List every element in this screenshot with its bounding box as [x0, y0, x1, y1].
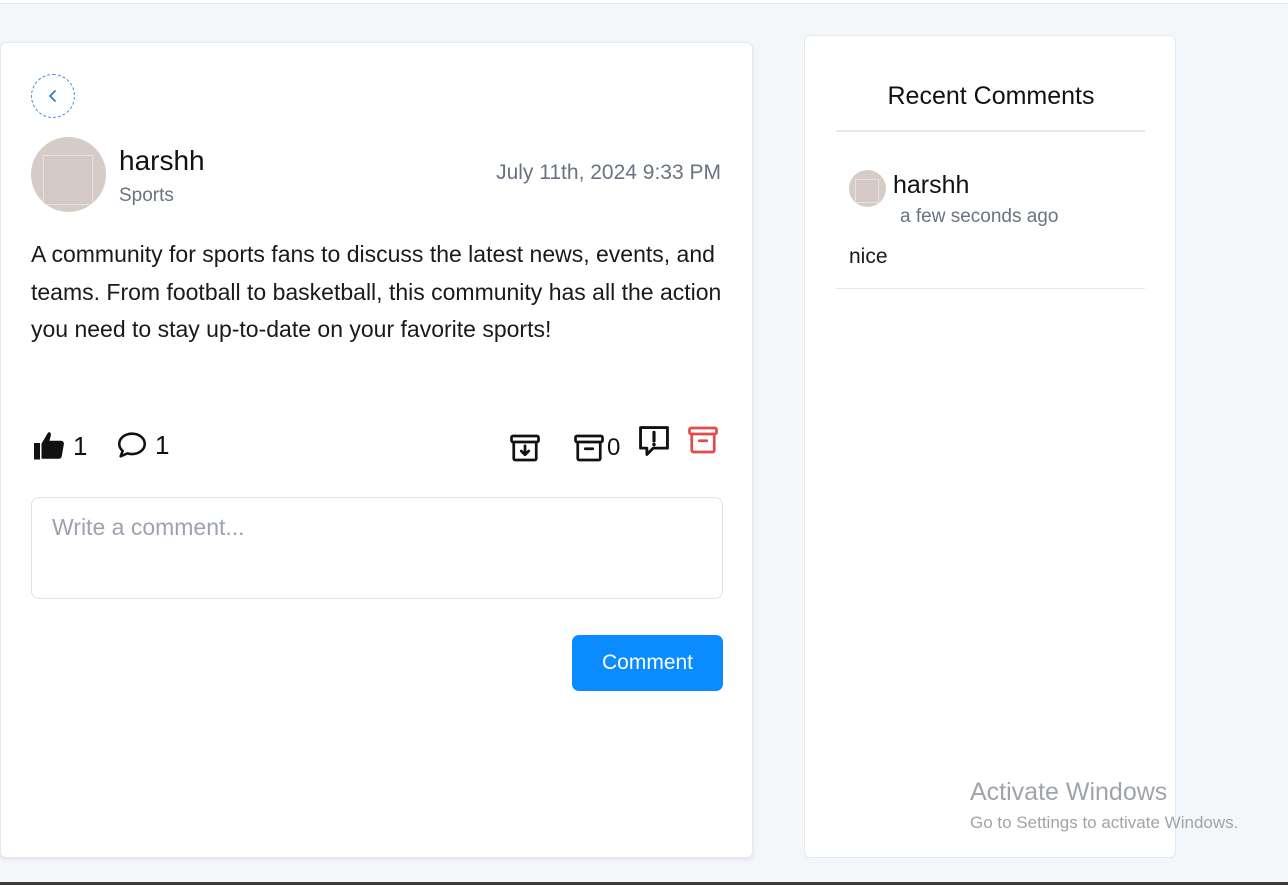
activate-windows-title: Activate Windows — [970, 778, 1168, 806]
archive-delete-icon — [688, 426, 718, 454]
thumbs-up-icon — [34, 432, 64, 460]
report-icon — [639, 426, 669, 456]
comment-count: 1 — [155, 429, 170, 460]
activate-windows-subtitle: Go to Settings to activate Windows. — [970, 813, 1239, 832]
comment-time: a few seconds ago — [900, 206, 1059, 227]
post-body: A community for sports fans to discuss t… — [31, 241, 722, 342]
author-avatar[interactable] — [31, 137, 106, 212]
comment-icon — [117, 432, 147, 458]
archive-download-icon — [510, 434, 540, 462]
submit-comment-button[interactable]: Comment — [572, 635, 723, 691]
like-button[interactable]: 1 — [31, 428, 87, 464]
save-count: 0 — [607, 434, 621, 461]
community-name[interactable]: Sports — [119, 185, 174, 207]
commenter-avatar[interactable] — [849, 170, 886, 207]
archive-download-button[interactable] — [507, 430, 543, 466]
back-button[interactable] — [31, 74, 75, 118]
top-divider — [0, 3, 1288, 4]
recent-comments-title: Recent Comments — [887, 82, 1095, 110]
chevron-left-icon — [49, 90, 56, 102]
save-button[interactable]: 0 — [571, 430, 620, 466]
comment-input[interactable] — [31, 497, 723, 599]
post-card: harshh Sports July 11th, 2024 9:33 PM A … — [0, 42, 753, 858]
recent-comment-item[interactable]: harshh a few seconds ago nice — [836, 132, 1145, 289]
author-name[interactable]: harshh — [119, 145, 205, 177]
commenter-name[interactable]: harshh — [893, 171, 969, 200]
comment-count-button[interactable]: 1 — [115, 428, 169, 462]
delete-post-button[interactable] — [685, 422, 721, 458]
comment-text: nice — [849, 245, 888, 268]
post-actions: 1 1 0 — [31, 426, 723, 468]
archive-icon — [574, 434, 604, 462]
report-button[interactable] — [635, 422, 673, 460]
recent-comments-panel: Recent Comments harshh a few seconds ago… — [804, 35, 1176, 858]
post-date: July 11th, 2024 9:33 PM — [496, 161, 721, 184]
like-count: 1 — [73, 430, 88, 461]
